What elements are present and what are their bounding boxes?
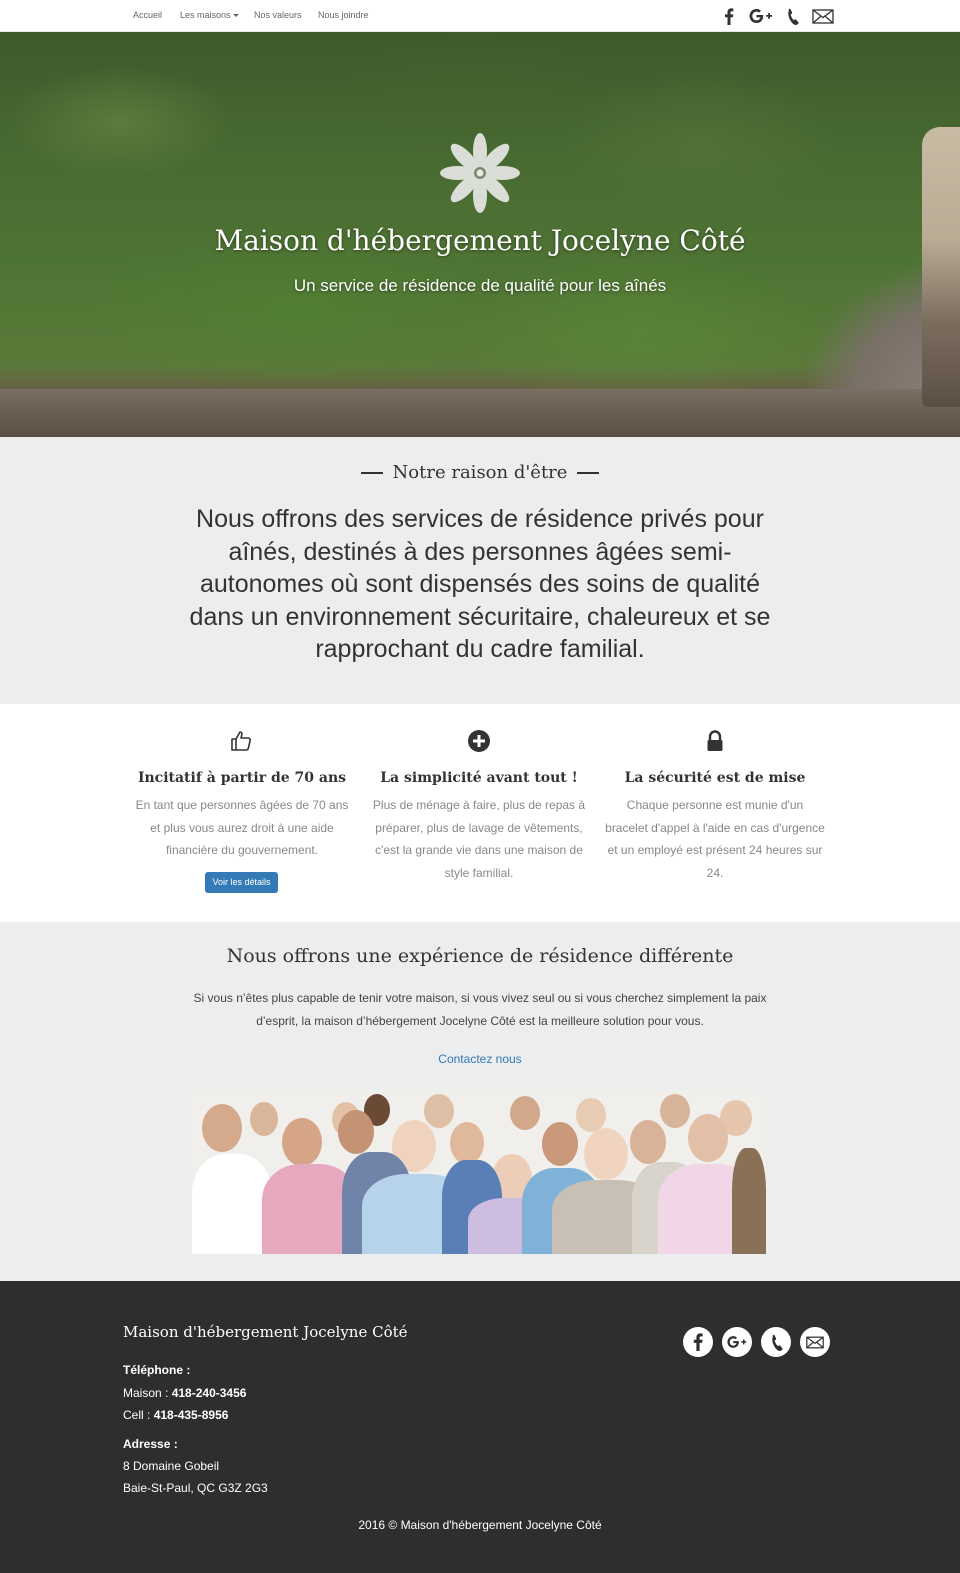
dropdown-caret-icon <box>232 14 239 18</box>
feature-title: La simplicité avant tout ! <box>380 770 578 786</box>
footer-copyright: 2016 © Maison d'hébergement Jocelyne Côt… <box>358 1518 602 1532</box>
maison-label: Maison : <box>123 1386 169 1400</box>
hero-banner: Maison d'hébergement Jocelyne Côté Un se… <box>0 32 960 437</box>
phone-label: Téléphone : <box>123 1363 191 1377</box>
cell-phone-number[interactable]: 418-435-8956 <box>154 1408 229 1422</box>
experience-text: Si vous n’êtes plus capable de tenir vot… <box>193 991 767 1028</box>
hero-walking-person <box>922 127 960 407</box>
raison-heading: Notre raison d'être <box>0 462 960 483</box>
footer-mail-icon[interactable] <box>800 1327 830 1357</box>
seniors-group-photo <box>192 1090 766 1254</box>
lock-icon <box>707 730 723 751</box>
hero-subtitle: Un service de résidence de qualité pour … <box>293 276 667 295</box>
voir-les-details-button[interactable]: Voir les détails <box>205 872 278 893</box>
google-plus-icon[interactable] <box>748 7 774 25</box>
flower-logo-icon <box>440 133 520 213</box>
address-line-2: Baie-St-Paul, QC G3Z 2G3 <box>123 1481 268 1495</box>
experience-title: Nous offrons une expérience de résidence… <box>226 945 734 967</box>
cell-label: Cell : <box>123 1408 151 1422</box>
raison-text: Nous offrons des services de résidence p… <box>189 505 771 663</box>
mail-icon[interactable] <box>811 7 835 25</box>
footer-title: Maison d'hébergement Jocelyne Côté <box>123 1323 408 1341</box>
feature-text: En tant que personnes âgées de 70 ans et… <box>135 798 349 857</box>
raison-section: Notre raison d'être Nous offrons des ser… <box>0 437 960 704</box>
raison-heading-text: Notre raison d'être <box>392 462 568 483</box>
maison-phone-number[interactable]: 418-240-3456 <box>172 1386 247 1400</box>
hero-title: Maison d'hébergement Jocelyne Côté <box>214 224 746 257</box>
phone-icon[interactable] <box>785 7 799 25</box>
footer-facebook-icon[interactable] <box>683 1327 713 1357</box>
nav-link-accueil[interactable]: Accueil <box>133 10 162 20</box>
experience-section: Nous offrons une expérience de résidence… <box>0 922 960 1281</box>
plus-circle-icon <box>468 730 490 752</box>
feature-title: La sécurité est de mise <box>624 770 806 786</box>
hero-path <box>0 389 960 437</box>
heading-dash-left <box>360 472 383 474</box>
feature-text: Plus de ménage à faire, plus de repas à … <box>372 798 586 880</box>
contactez-nous-link[interactable]: Contactez nous <box>0 1052 960 1066</box>
top-navbar: Accueil Les maisons Nos valeurs Nous joi… <box>0 0 960 32</box>
footer: Maison d'hébergement Jocelyne Côté Télép… <box>0 1281 960 1573</box>
feature-title: Incitatif à partir de 70 ans <box>137 770 347 786</box>
footer-google-plus-icon[interactable] <box>722 1327 752 1357</box>
nav-link-les-maisons-label: Les maisons <box>180 10 231 20</box>
maison-phone-line: Maison : 418-240-3456 <box>123 1386 246 1400</box>
feature-text: Chaque personne est munie d'un bracelet … <box>605 798 825 880</box>
cell-phone-line: Cell : 418-435-8956 <box>123 1408 228 1422</box>
heading-dash-right <box>577 472 600 474</box>
nav-link-nous-joindre[interactable]: Nous joindre <box>318 10 369 20</box>
footer-phone-icon[interactable] <box>761 1327 791 1357</box>
address-label: Adresse : <box>123 1437 178 1451</box>
facebook-icon[interactable] <box>722 7 736 25</box>
thumbs-up-icon <box>231 731 251 751</box>
nav-link-les-maisons[interactable]: Les maisons <box>180 10 239 20</box>
nav-link-nos-valeurs[interactable]: Nos valeurs <box>254 10 302 20</box>
address-line-1: 8 Domaine Gobeil <box>123 1459 220 1473</box>
features-section: Incitatif à partir de 70 ans En tant que… <box>0 704 960 922</box>
